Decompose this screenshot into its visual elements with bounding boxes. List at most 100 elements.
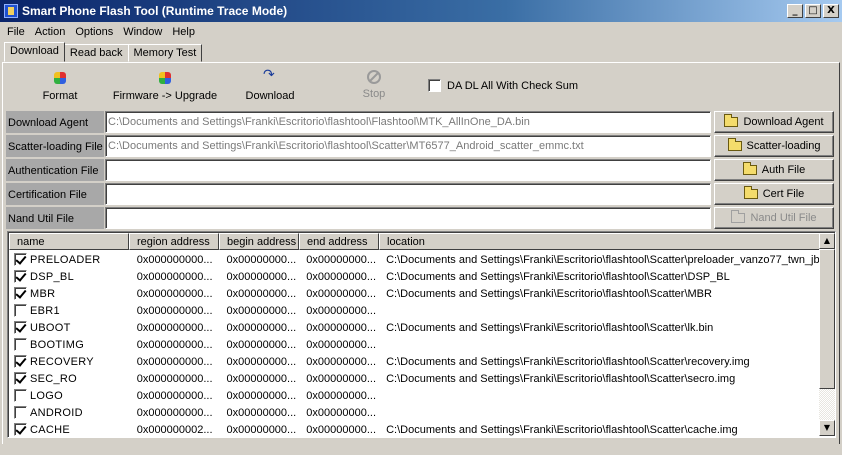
row-checkbox[interactable] (14, 372, 27, 385)
row-name-cell: ANDROID (9, 406, 133, 419)
scroll-up-icon[interactable]: ▲ (819, 233, 835, 249)
table-row[interactable]: DSP_BL 0x000000000... 0x00000000... 0x00000… (9, 268, 821, 285)
cert-file-button[interactable]: Cert File (714, 183, 834, 205)
begin-address: 0x00000000... (226, 372, 297, 385)
region-address: 0x000000000... (136, 389, 213, 402)
folder-icon (731, 210, 746, 223)
nand-util-button[interactable]: Nand Util File (714, 207, 834, 229)
stop-button[interactable]: Stop (360, 67, 388, 107)
table-row[interactable]: LOGO 0x000000000... 0x00000000... 0x0000000… (9, 387, 821, 404)
cert-file-row: Certification File Cert File (0, 183, 842, 206)
checksum-label: DA DL All With Check Sum (447, 79, 579, 92)
download-agent-row: Download Agent C:\Documents and Settings… (0, 111, 842, 134)
location: C:\Documents and Settings\Franki\Escrito… (386, 423, 738, 436)
begin-address: 0x00000000... (226, 423, 297, 436)
row-checkbox[interactable] (14, 304, 27, 317)
begin-address: 0x00000000... (226, 287, 297, 300)
download-button[interactable]: Download (240, 67, 300, 107)
scatter-loading-button[interactable]: Scatter-loading (714, 135, 834, 157)
close-button[interactable]: X (823, 4, 839, 18)
minimize-button[interactable]: _ (787, 4, 803, 18)
download-agent-button[interactable]: Download Agent (714, 111, 834, 133)
vertical-scrollbar[interactable]: ▲ ▼ (819, 233, 835, 436)
end-address: 0x00000000... (306, 321, 377, 334)
table-row[interactable]: UBOOT 0x000000000... 0x00000000... 0x000000… (9, 319, 821, 336)
row-checkbox[interactable] (14, 270, 27, 283)
region-address: 0x000000000... (136, 355, 213, 368)
column-name[interactable]: name (9, 233, 129, 250)
firmware-upgrade-button[interactable]: Firmware -> Upgrade (112, 67, 218, 107)
checksum-option[interactable]: DA DL All With Check Sum (428, 79, 578, 92)
tab-memory-test[interactable]: Memory Test (127, 44, 203, 62)
row-checkbox[interactable] (14, 321, 27, 334)
location: C:\Documents and Settings\Franki\Escrito… (386, 372, 736, 385)
table-row[interactable]: EBR1 0x000000000... 0x00000000... 0x0000000… (9, 302, 821, 319)
location: C:\Documents and Settings\Franki\Escrito… (386, 321, 714, 334)
column-location[interactable]: location (379, 233, 821, 250)
scatter-loading-field[interactable]: C:\Documents and Settings\Franki\Escrito… (105, 135, 711, 157)
table-row[interactable]: RECOVERY 0x000000000... 0x00000000... 0x000… (9, 353, 821, 370)
row-checkbox[interactable] (14, 389, 27, 402)
row-checkbox[interactable] (14, 406, 27, 419)
partition-name: PRELOADER (30, 253, 101, 266)
table-row[interactable]: BOOTIMG 0x000000000... 0x00000000... 0x0000… (9, 336, 821, 353)
row-name-cell: BOOTIMG (9, 338, 133, 351)
row-checkbox[interactable] (14, 287, 27, 300)
nand-util-button-label: Nand Util File (750, 212, 817, 224)
folder-icon (743, 186, 758, 199)
begin-address: 0x00000000... (226, 270, 297, 283)
menu-options[interactable]: Options (70, 26, 118, 38)
menu-window[interactable]: Window (118, 26, 167, 38)
region-address: 0x000000000... (136, 321, 213, 334)
download-agent-field[interactable]: C:\Documents and Settings\Franki\Escrito… (105, 111, 711, 133)
partition-name: SEC_RO (30, 372, 78, 385)
menu-help[interactable]: Help (167, 26, 200, 38)
column-end-address[interactable]: end address (299, 233, 379, 250)
download-label: Download (245, 90, 295, 102)
table-row[interactable]: PRELOADER 0x000000000... 0x00000000... 0x00… (9, 251, 821, 268)
location: C:\Documents and Settings\Franki\Escrito… (386, 270, 730, 283)
tab-download[interactable]: Download (4, 42, 65, 62)
list-body: PRELOADER 0x000000000... 0x00000000... 0x00… (9, 251, 821, 437)
scroll-thumb[interactable] (819, 249, 835, 389)
end-address: 0x00000000... (306, 287, 377, 300)
checksum-checkbox[interactable] (428, 79, 441, 92)
scroll-down-icon[interactable]: ▼ (819, 420, 835, 436)
table-row[interactable]: ANDROID 0x000000000... 0x00000000... 0x0000… (9, 404, 821, 421)
download-icon (262, 67, 278, 86)
auth-file-button[interactable]: Auth File (714, 159, 834, 181)
row-name-cell: MBR (9, 287, 133, 300)
menu-file[interactable]: File (2, 26, 30, 38)
row-checkbox[interactable] (14, 423, 27, 436)
auth-file-row: Authentication File Auth File (0, 159, 842, 182)
column-begin-address[interactable]: begin address (219, 233, 299, 250)
begin-address: 0x00000000... (226, 321, 297, 334)
row-checkbox[interactable] (14, 253, 27, 266)
maximize-button[interactable]: □ (805, 4, 821, 18)
format-button[interactable]: Format (40, 67, 80, 107)
row-checkbox[interactable] (14, 338, 27, 351)
auth-file-label: Authentication File (6, 159, 104, 181)
end-address: 0x00000000... (306, 304, 377, 317)
tab-read-back[interactable]: Read back (63, 44, 129, 62)
end-address: 0x00000000... (306, 423, 377, 436)
cert-file-field[interactable] (105, 183, 711, 205)
nand-util-field[interactable] (105, 207, 711, 229)
nand-util-row: Nand Util File Nand Util File (0, 207, 842, 230)
partition-name: DSP_BL (30, 270, 74, 283)
location: C:\Documents and Settings\Franki\Escrito… (386, 287, 712, 300)
menu-action[interactable]: Action (30, 26, 71, 38)
table-row[interactable]: CACHE 0x000000002... 0x00000000... 0x000000… (9, 421, 821, 437)
partition-name: UBOOT (30, 321, 71, 334)
row-name-cell: PRELOADER (9, 253, 133, 266)
table-row[interactable]: SEC_RO 0x000000000... 0x00000000... 0x00000… (9, 370, 821, 387)
column-region-address[interactable]: region address (129, 233, 219, 250)
row-checkbox[interactable] (14, 355, 27, 368)
partition-list[interactable]: name region address begin address end ad… (7, 231, 836, 438)
partition-name: EBR1 (30, 304, 60, 317)
format-label: Format (42, 90, 78, 102)
app-icon (4, 4, 18, 18)
auth-file-field[interactable] (105, 159, 711, 181)
auth-file-button-label: Auth File (761, 164, 806, 176)
table-row[interactable]: MBR 0x000000000... 0x00000000... 0x00000000… (9, 285, 821, 302)
